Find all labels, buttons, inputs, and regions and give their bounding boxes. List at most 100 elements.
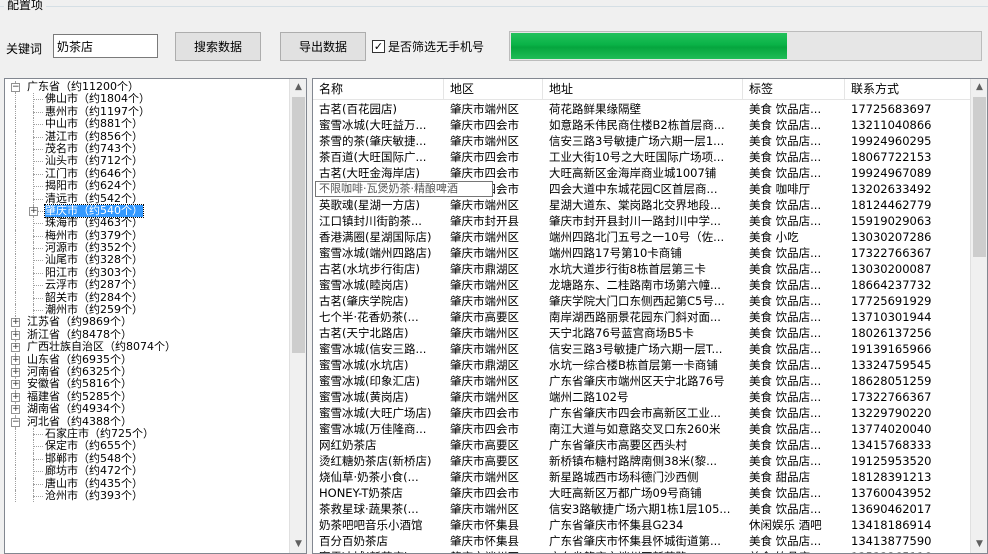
tree-node-city[interactable]: 揭阳市（约624个） [5, 179, 291, 193]
tree-node-city[interactable]: 汕头市（约712个） [5, 154, 291, 168]
table-cell: 美食 饮品店... [749, 198, 822, 212]
expand-icon[interactable]: + [29, 206, 38, 216]
scroll-up-icon[interactable]: ▲ [290, 79, 306, 96]
tree-connector-line [33, 446, 43, 448]
table-cell: 端州四路北门五号之一10号（佐... [549, 230, 725, 244]
table-cell: 13211040866 [851, 118, 932, 132]
table-row[interactable]: 蜜雪冰城(新苑店)肇庆市端州区广东省肇庆市端州区新苑路...美食 饮品店...1… [313, 549, 972, 553]
table-cell: 肇庆市四会市 [450, 406, 519, 420]
result-table[interactable]: 名称 地区 地址 标签 联系方式 古茗(百花园店) 肇庆市端州区 荷花路鲜果缘隔壁 美食 饮品… [312, 78, 988, 554]
table-cell: 美食 饮品店... [749, 326, 822, 340]
column-header[interactable]: 名称 [313, 79, 444, 100]
table-row[interactable]: 古茗(肇庆学院店) 肇庆市端州区 肇庆学院大门口东侧西起第C5号... 美食 饮品店.… [313, 293, 972, 309]
table-row[interactable]: 奶茶吧吧音乐小酒馆 肇庆市怀集县 广东省肇庆市怀集县G234 休闲娱乐 酒吧 13418… [313, 517, 972, 533]
tree-scrollbar[interactable]: ▲ ▼ [289, 79, 306, 553]
tree-node-city[interactable]: 保定市（约655个） [5, 439, 291, 453]
table-row[interactable]: HONEY-T奶茶店 肇庆市四会市 大旺高新区万都广场09号商铺 美食 饮品店... 1… [313, 485, 972, 501]
expand-icon[interactable]: + [11, 330, 20, 340]
table-cell: 肇庆市鼎湖区 [450, 262, 519, 276]
tree-node-city[interactable]: 中山市（约881个） [5, 117, 291, 131]
column-header[interactable]: 联系方式 [845, 79, 972, 100]
table-row[interactable]: 江口镇封川街韵茶... 肇庆市封开县 肇庆市封开县封川一路封川中学... 美食 饮品店… [313, 213, 972, 229]
export-button[interactable]: 导出数据 [280, 32, 366, 61]
tree-node-city[interactable]: 廊坊市（约472个） [5, 464, 291, 478]
table-row[interactable]: 古茗(百花园店) 肇庆市端州区 荷花路鲜果缘隔壁 美食 饮品店... 177256836… [313, 101, 972, 117]
tree-connector-line [15, 304, 16, 317]
expand-icon[interactable]: + [11, 380, 20, 390]
scroll-down-icon[interactable]: ▼ [971, 536, 987, 553]
tree-connector-line [33, 260, 43, 262]
expand-icon[interactable]: + [11, 392, 20, 402]
tree-node-province[interactable]: + 安徽省（约5816个） [5, 377, 291, 391]
column-header[interactable]: 地区 [444, 79, 543, 100]
table-cell: 蜜雪冰城(大旺益万... [319, 118, 427, 132]
tree-connector-line [33, 285, 43, 287]
tree-connector-line [33, 198, 43, 200]
table-cell: 茶雪的茶(肇庆敏捷... [319, 134, 427, 148]
table-cell: 肇庆市高要区 [450, 438, 519, 452]
table-row[interactable]: 蜜雪冰城(睦岗店) 肇庆市端州区 龙塘路东、二桂路南市场第六幢... 美食 饮品店..… [313, 277, 972, 293]
tree-node-city[interactable]: 沧州市（约393个） [5, 488, 291, 503]
expand-icon[interactable]: + [11, 355, 20, 365]
table-row[interactable]: 烫红糖奶茶店(新桥店) 肇庆市高要区 新桥镇布糖村路牌南侧38米(黎... 美食 饮品… [313, 453, 972, 469]
table-cell: 端州四路17号第10卡商铺 [549, 246, 682, 260]
table-cell: 广东省肇庆市端州区新苑路... [543, 549, 743, 553]
tree-node-city[interactable]: 珠海市（约463个） [5, 216, 291, 230]
tree-node-city[interactable]: 汕尾市（约328个） [5, 254, 291, 267]
table-cell: 13229790220 [851, 406, 932, 420]
table-row[interactable]: 古茗(天宁北路店) 肇庆市端州区 天宁北路76号蓝宫商场B5卡 美食 饮品店... 18… [313, 325, 972, 341]
table-row[interactable]: 蜜雪冰城(万佳隆商... 肇庆市四会市 南江大道与如意路交叉口东260米 美食 饮品店… [313, 421, 972, 437]
table-row[interactable]: 古茗(大旺金海岸店) 肇庆市四会市 大旺高新区金海岸商业城1007铺 美食 饮品店..… [313, 165, 972, 181]
tree-connector-line [33, 93, 34, 106]
scroll-down-icon[interactable]: ▼ [290, 536, 306, 553]
tree-node-label: 中山市（约881个） [45, 117, 143, 131]
table-row[interactable]: 英歌魂(星湖一方店) 肇庆市端州区 星湖大道东、棠岗路北交界地段... 美食 饮品店.… [313, 197, 972, 213]
table-row[interactable]: 蜜雪冰城(水坑店) 肇庆市鼎湖区 水坑一综合楼B栋首层第一卡商铺 美食 饮品店... 1… [313, 357, 972, 373]
collapse-icon[interactable]: − [11, 417, 20, 427]
search-button[interactable]: 搜索数据 [175, 32, 261, 61]
column-header[interactable]: 地址 [543, 79, 743, 100]
table-cell: 肇庆市怀集县 [450, 518, 519, 532]
collapse-icon[interactable]: − [11, 83, 20, 92]
table-row[interactable]: 蜜雪冰城(大旺益万... 肇庆市四会市 如意路禾伟民商住楼B2栋首层商... 美食 饮… [313, 117, 972, 133]
table-cell: 17322766367 [851, 246, 932, 260]
table-row[interactable]: 蜜雪冰城(黄岗店) 肇庆市端州区 端州二路102号 美食 饮品店... 17322766… [313, 389, 972, 405]
table-row[interactable]: 茶百道(大旺国际广... 肇庆市四会市 工业大街10号之大旺国际广场项... 美食 饮… [313, 149, 972, 165]
tree-scrollbar-thumb[interactable] [292, 97, 305, 353]
tree-node-province[interactable]: + 江苏省（约9869个） [5, 316, 291, 329]
table-row[interactable]: 香港满圈(星湖国际店) 肇庆市端州区 端州四路北门五号之一10号（佐... 美食 小吃… [313, 229, 972, 245]
table-row[interactable]: 百分百奶茶店 肇庆市怀集县 广东省肇庆市怀集县怀城街道第... 美食 饮品店... 13… [313, 533, 972, 549]
table-scrollbar[interactable]: ▲ ▼ [970, 79, 987, 553]
tree-node-province[interactable]: + 湖南省（约4934个） [5, 402, 291, 416]
tree-node-label: 沧州市（约393个） [45, 488, 143, 502]
table-row[interactable]: 茶雪的茶(肇庆敏捷... 肇庆市端州区 信安三路3号敏捷广场六期一层1... 美食 饮… [313, 133, 972, 149]
table-scrollbar-thumb[interactable] [973, 97, 986, 257]
table-row[interactable]: 七个半·花香奶茶(... 肇庆市高要区 南岸湖西路丽景花园东门斜对面... 美食 饮品… [313, 309, 972, 325]
tree-connector-line [33, 167, 34, 181]
column-header[interactable]: 标签 [743, 79, 845, 100]
table-row[interactable]: 古茗(水坑步行街店) 肇庆市鼎湖区 水坑大道步行街8栋首层第三卡 美食 饮品店... 1… [313, 261, 972, 277]
checkbox-check-icon[interactable]: ✓ [372, 40, 385, 53]
scroll-up-icon[interactable]: ▲ [971, 79, 987, 96]
table-row[interactable]: 蜜雪冰城(印象汇店) 肇庆市端州区 广东省肇庆市端州区天宁北路76号 美食 饮品店..… [313, 373, 972, 389]
expand-icon[interactable]: + [11, 405, 20, 415]
tree-connector-line [33, 180, 34, 193]
expand-icon[interactable]: + [11, 318, 20, 328]
tree-node-city[interactable]: 云浮市（约287个） [5, 278, 291, 292]
table-row[interactable]: 蜜雪冰城(大旺广场店) 肇庆市四会市 广东省肇庆市四会市高新区工业... 美食 饮品店… [313, 405, 972, 421]
table-row[interactable]: 蜜雪冰城(端州四路店) 肇庆市端州区 端州四路17号第10卡商铺 美食 饮品店... 1… [313, 245, 972, 261]
table-row[interactable]: 蜜雪冰城(信安三路... 肇庆市端州区 信安三路3号敏捷广场六期一层T... 美食 饮… [313, 341, 972, 357]
tree-node-city[interactable]: 佛山市（约1804个） [5, 92, 291, 106]
expand-icon[interactable]: + [11, 343, 20, 353]
expand-icon[interactable]: + [11, 367, 20, 377]
table-row[interactable]: 茶救星球·蔬果茶(... 肇庆市端州区 信安3路敏捷广场六期1栋1层105... 美食… [313, 501, 972, 517]
filter-no-phone-checkbox[interactable]: ✓ 是否筛选无手机号 [372, 38, 484, 55]
keyword-input[interactable] [53, 34, 158, 58]
region-tree[interactable]: − 广东省（约11200个） 佛山市（约1804个） 惠州市（约1197个） 中山市（约… [4, 78, 307, 554]
table-row[interactable]: 烧仙草·奶茶小食(... 肇庆市端州区 新星路城西市场科德门沙西侧 美食 甜品店 181… [313, 469, 972, 485]
table-cell: 水坑大道步行街8栋首层第三卡 [549, 262, 706, 276]
table-cell: 肇庆市封开县 [450, 214, 519, 228]
table-row[interactable]: 网红奶茶店 肇庆市高要区 广东省肇庆市高要区西头村 美食 饮品店... 13415768… [313, 437, 972, 453]
tree-connector-line [15, 279, 16, 292]
tree-node-province[interactable]: + 广西壮族自治区（约8074个） [5, 340, 291, 354]
